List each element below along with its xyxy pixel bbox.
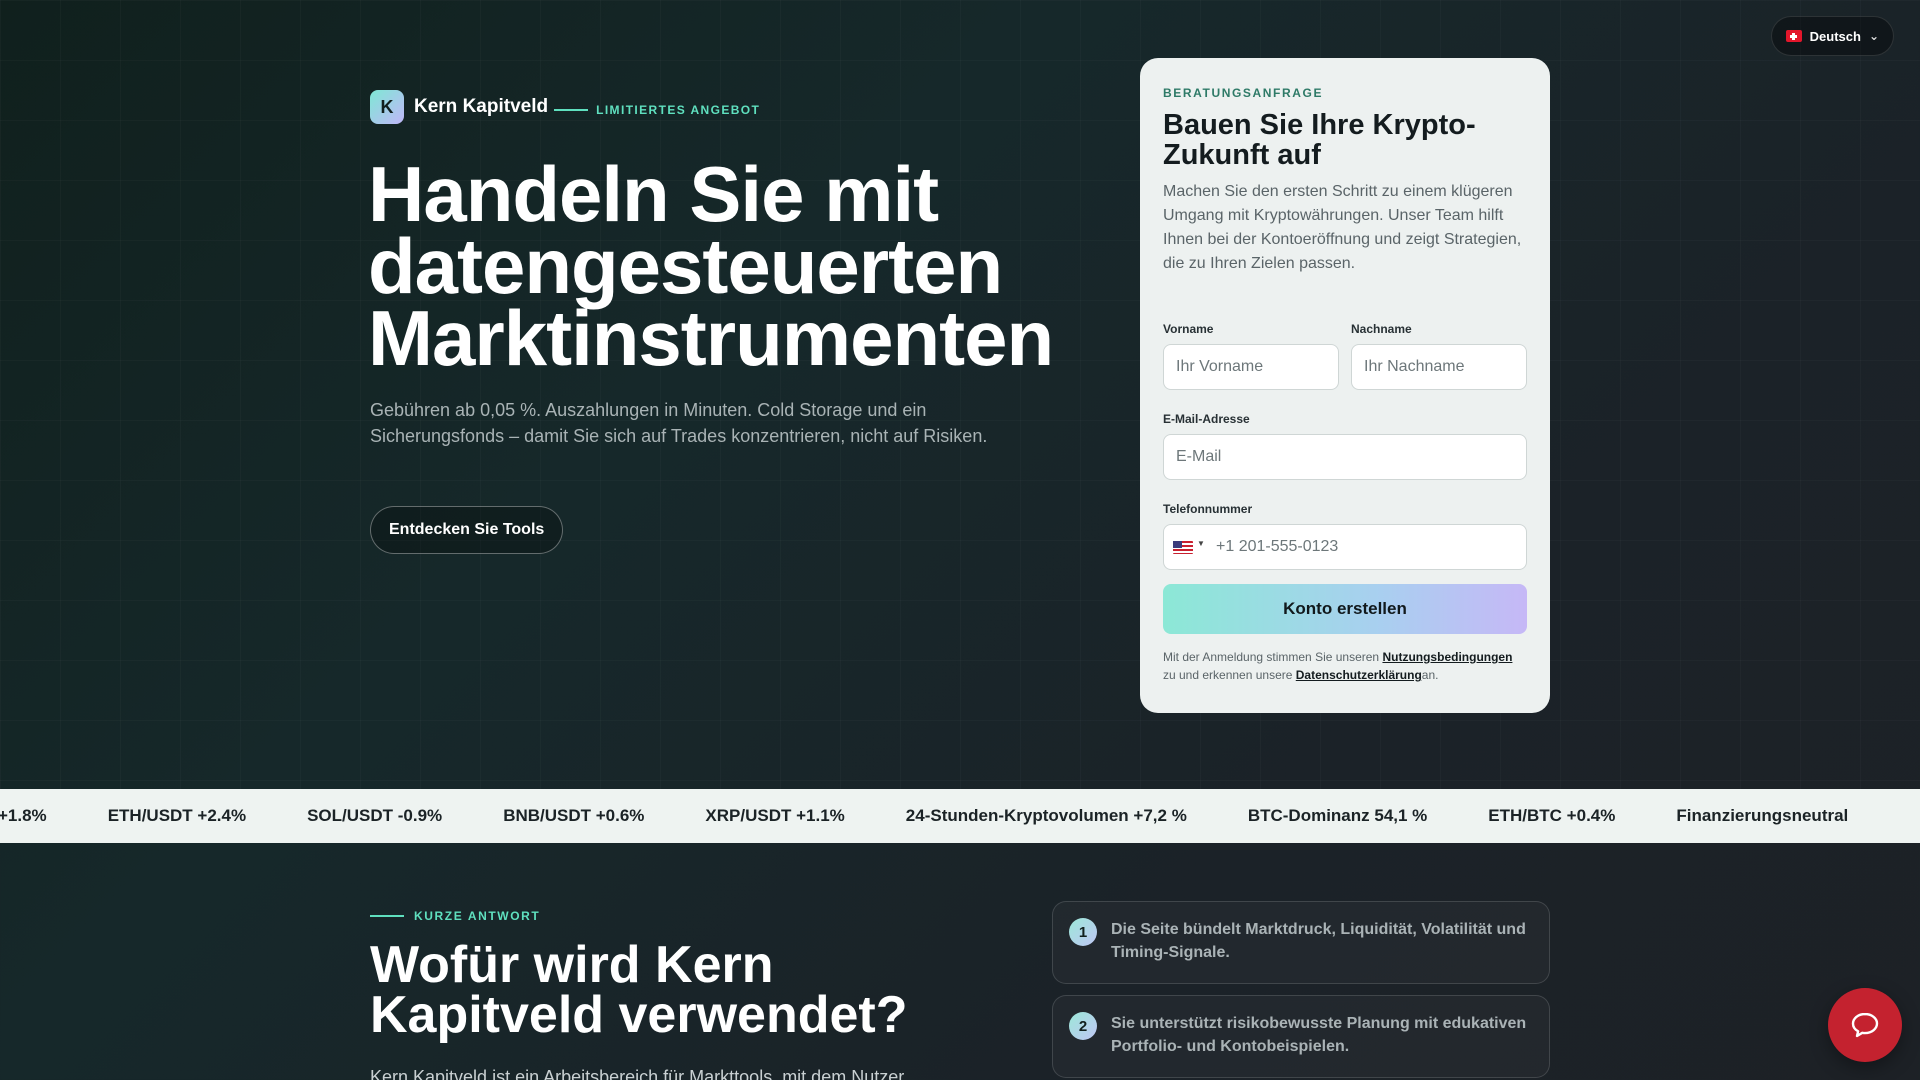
legal-middle: zu und erkennen unsere <box>1163 668 1296 682</box>
last-name-input[interactable] <box>1351 344 1527 390</box>
ticker-item: Finanzierungsneutral <box>1676 806 1849 825</box>
chevron-down-icon: ⌄ <box>1868 29 1879 43</box>
step-card-1: 1 Die Seite bündelt Marktdruck, Liquidit… <box>1052 901 1550 984</box>
last-name-label: Nachname <box>1351 322 1412 336</box>
ticker-track: +1.8% ETH/USDT +2.4% SOL/USDT -0.9% BNB/USD… <box>0 789 1909 843</box>
caret-down-icon[interactable]: ▼ <box>1197 539 1205 548</box>
card-description: Machen Sie den ersten Schritt zu einem k… <box>1163 183 1522 272</box>
card-eyebrow: BERATUNGSANFRAGE <box>1163 86 1324 100</box>
ticker-item: ETH/USDT +2.4% <box>107 806 247 825</box>
signup-card: BERATUNGSANFRAGE Bauen Sie Ihre Krypto-Z… <box>1140 58 1550 713</box>
step-number: 1 <box>1069 918 1097 946</box>
explore-tools-button[interactable]: Entdecken Sie Tools <box>370 506 564 554</box>
step-number: 2 <box>1069 1012 1097 1040</box>
ticker-item: ETH/BTC +0.4% <box>1488 806 1616 825</box>
ticker-item: XRP/USDT +1.1% <box>705 806 845 825</box>
chat-bubble-icon <box>1851 1012 1879 1038</box>
legal-prefix: Mit der Anmeldung stimmen Sie unseren <box>1163 650 1383 664</box>
card-title: Bauen Sie Ihre Krypto-Zukunft auf <box>1163 109 1476 171</box>
ticker-item: 24-Stunden-Kryptovolumen +7,2 % <box>905 806 1187 825</box>
email-input[interactable] <box>1163 434 1527 480</box>
create-account-button[interactable]: Konto erstellen <box>1163 584 1527 634</box>
swiss-flag-icon <box>1785 30 1802 42</box>
step-text: Sie unterstützt risikobewusste Planung m… <box>1111 1015 1527 1055</box>
legal-notice: Mit der Anmeldung stimmen Sie unseren Nu… <box>1163 648 1527 684</box>
brand-name: Kern Kapitveld <box>414 96 549 117</box>
brand-logo: K <box>370 90 404 124</box>
phone-label: Telefonnummer <box>1163 502 1253 516</box>
ticker-item: BTC-Dominanz 54,1 % <box>1247 806 1428 825</box>
hero-title: Handeln Sie mit datengesteuerten Marktin… <box>368 150 1054 382</box>
terms-link[interactable]: Nutzungsbedingungen <box>1382 650 1512 664</box>
step-card-2: 2 Sie unterstützt risikobewusste Planung… <box>1052 995 1550 1078</box>
section-title: Wofür wird Kern Kapitveld verwendet? <box>370 936 908 1044</box>
section-tag: KURZE ANTWORT <box>414 909 541 923</box>
us-flag-icon[interactable] <box>1173 541 1193 554</box>
language-label: Deutsch <box>1809 28 1861 44</box>
offer-tag: LIMITIERTES ANGEBOT <box>596 103 761 117</box>
ticker-item: SOL/USDT -0.9% <box>307 806 443 825</box>
first-name-label: Vorname <box>1163 322 1214 336</box>
signup-form: Vorname Nachname E-Mail-Adresse Telefonn… <box>1163 322 1527 684</box>
section-eyebrow: KURZE ANTWORT <box>370 909 540 923</box>
language-selector[interactable]: Deutsch ⌄ <box>1770 16 1894 56</box>
first-name-input[interactable] <box>1163 344 1339 390</box>
hero-subtitle: Gebühren ab 0,05 %. Auszahlungen in Minu… <box>370 400 988 446</box>
legal-suffix: an. <box>1421 668 1439 682</box>
hero-grid-background <box>0 0 1920 790</box>
section-body: Kern Kapitveld ist ein Arbeitsbereich fü… <box>370 1067 905 1080</box>
ticker-item: +1.8% <box>0 806 47 825</box>
section-divider <box>370 915 404 917</box>
email-label: E-Mail-Adresse <box>1163 412 1250 426</box>
phone-input[interactable] <box>1163 524 1527 570</box>
chat-button[interactable] <box>1828 988 1902 1062</box>
step-text: Die Seite bündelt Marktdruck, Liquidität… <box>1111 921 1526 961</box>
phone-field: ▼ <box>1163 524 1527 570</box>
market-ticker: +1.8% ETH/USDT +2.4% SOL/USDT -0.9% BNB/USD… <box>0 789 1920 843</box>
brand-divider <box>554 109 589 111</box>
ticker-item: BNB/USDT +0.6% <box>503 806 645 825</box>
brand: K Kern Kapitveld LIMITIERTES ANGEBOT <box>370 90 760 124</box>
privacy-link[interactable]: Datenschutzerklärung <box>1296 668 1422 682</box>
